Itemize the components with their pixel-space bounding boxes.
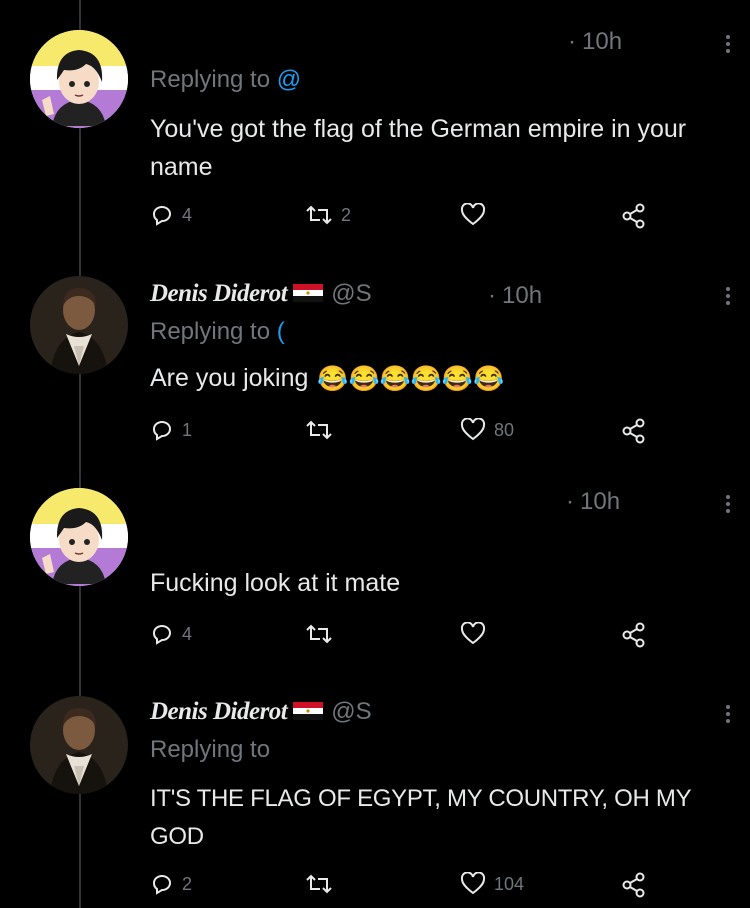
anime-boy-avatar-image <box>30 488 128 586</box>
time-label: 10h <box>580 488 621 515</box>
time-separator: · <box>568 28 576 55</box>
like-button[interactable] <box>460 203 494 227</box>
share-icon <box>622 622 645 648</box>
retweet-count: 2 <box>341 204 352 225</box>
share-icon <box>622 203 645 229</box>
reply-button[interactable]: 1 <box>150 418 192 442</box>
more-options-icon[interactable] <box>726 284 732 308</box>
replying-to-label: Replying to <box>150 66 271 93</box>
time-separator: · <box>488 282 496 309</box>
tweet-actions: 1 80 <box>150 418 670 448</box>
tweet[interactable]: Denis Diderot @S Replying to IT'S THE FLA… <box>0 686 750 908</box>
replying-to-label: Replying to <box>150 318 271 345</box>
retweet-button[interactable]: 2 <box>305 203 351 227</box>
share-icon <box>622 872 645 898</box>
reply-count: 2 <box>182 873 193 894</box>
share-icon <box>622 418 645 444</box>
tweet-header: Denis Diderot @S <box>150 280 372 308</box>
replying-to-handle[interactable]: @ <box>277 66 301 93</box>
tweet-text: IT'S THE FLAG OF EGYPT, MY COUNTRY, OH M… <box>150 785 691 850</box>
like-button[interactable]: 104 <box>460 872 524 896</box>
tweet[interactable]: · 10h Replying to @ You've got the flag o… <box>0 0 750 260</box>
tweet-header: Denis Diderot @S <box>150 698 372 726</box>
tweet-text: You've got the flag of the German empire… <box>150 115 687 181</box>
egypt-flag-icon <box>293 701 324 720</box>
like-count: 80 <box>494 419 515 440</box>
reply-button[interactable]: 4 <box>150 203 192 227</box>
portrait-avatar-image <box>30 276 128 374</box>
time-label: 10h <box>582 28 623 55</box>
replying-to: Replying to ( <box>150 318 285 346</box>
user-handle[interactable]: @S <box>331 280 371 307</box>
reply-icon <box>153 206 171 226</box>
tweet[interactable]: · 10h Fucking look at it mate 4 <box>0 474 750 684</box>
egypt-flag-icon <box>293 283 324 302</box>
reply-icon <box>153 421 171 441</box>
tweet-time[interactable]: · 10h <box>488 282 542 310</box>
tweet-time[interactable]: · 10h <box>568 28 622 56</box>
reply-count: 4 <box>182 623 193 644</box>
more-options-icon[interactable] <box>726 492 732 516</box>
anime-boy-avatar-image <box>30 30 128 128</box>
laughing-emoji-icon: 😂😂😂😂😂😂 <box>317 365 505 394</box>
more-options-icon[interactable] <box>726 32 732 56</box>
reply-count: 4 <box>182 204 193 225</box>
like-count: 104 <box>494 873 525 894</box>
tweet-actions: 4 <box>150 622 670 652</box>
tweet-text-body: Are you joking <box>150 364 309 392</box>
share-button[interactable] <box>620 872 656 898</box>
retweet-icon <box>306 205 332 225</box>
replying-to: Replying to <box>150 736 270 764</box>
portrait-avatar-image <box>30 696 128 794</box>
retweet-icon <box>306 624 332 644</box>
tweet-time[interactable]: · 10h <box>566 488 620 516</box>
share-button[interactable] <box>620 203 656 229</box>
heart-icon <box>460 203 486 226</box>
heart-icon <box>460 622 486 645</box>
time-separator: · <box>566 488 574 515</box>
share-button[interactable] <box>620 622 656 648</box>
replying-to-handle[interactable]: ( <box>277 318 285 345</box>
time-label: 10h <box>502 282 543 309</box>
replying-to: Replying to @ <box>150 66 301 94</box>
retweet-icon <box>306 874 332 894</box>
reply-count: 1 <box>182 419 193 440</box>
like-button[interactable] <box>460 622 494 646</box>
tweet[interactable]: Denis Diderot @S · 10h Replying to ( Are y… <box>0 262 750 472</box>
retweet-button[interactable] <box>305 872 341 896</box>
display-name[interactable]: Denis Diderot <box>150 698 288 725</box>
avatar[interactable] <box>30 696 128 794</box>
reply-button[interactable]: 2 <box>150 872 192 896</box>
share-button[interactable] <box>620 418 656 444</box>
tweet-actions: 2 104 <box>150 872 670 902</box>
more-options-icon[interactable] <box>726 702 732 726</box>
retweet-icon <box>306 420 332 440</box>
avatar[interactable] <box>30 488 128 586</box>
avatar[interactable] <box>30 276 128 374</box>
heart-icon <box>460 872 486 895</box>
reply-icon <box>153 625 171 645</box>
like-button[interactable]: 80 <box>460 418 514 442</box>
replying-to-label: Replying to <box>150 736 271 763</box>
display-name[interactable]: Denis Diderot <box>150 280 288 307</box>
retweet-button[interactable] <box>305 418 341 442</box>
reply-icon <box>153 875 171 895</box>
retweet-button[interactable] <box>305 622 341 646</box>
tweet-text: Are you joking 😂😂😂😂😂😂 <box>150 359 720 398</box>
avatar[interactable] <box>30 30 128 128</box>
user-handle[interactable]: @S <box>331 698 371 725</box>
heart-icon <box>460 418 486 441</box>
tweet-actions: 4 2 <box>150 203 670 233</box>
tweet-text: Fucking look at it mate <box>150 569 401 597</box>
reply-button[interactable]: 4 <box>150 622 192 646</box>
